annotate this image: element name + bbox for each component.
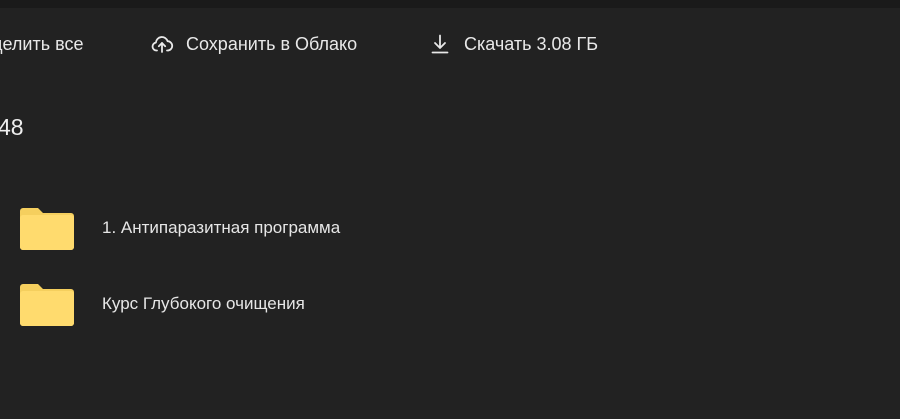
list-item[interactable]: Курс Глубокого очищения [0, 266, 900, 342]
folder-icon [20, 282, 74, 326]
save-to-cloud-button[interactable]: Сохранить в Облако [150, 24, 357, 64]
list-item-label: Курс Глубокого очищения [102, 294, 305, 313]
list-item-label: 1. Антипаразитная программа [102, 218, 341, 237]
file-count: 48 [0, 114, 24, 140]
select-all-button[interactable]: делить все [0, 24, 83, 64]
top-bar [0, 0, 900, 8]
folder-icon [20, 206, 74, 250]
cloud-upload-icon [150, 32, 174, 56]
download-label: Скачать 3.08 ГБ [464, 33, 599, 54]
select-all-label: делить все [0, 33, 84, 54]
download-button[interactable]: Скачать 3.08 ГБ [428, 24, 598, 64]
toolbar: делить все Сохранить в Облако Скачать 3.… [0, 24, 900, 64]
list-item[interactable]: 1. Антипаразитная программа [0, 190, 900, 266]
save-to-cloud-label: Сохранить в Облако [186, 33, 358, 54]
download-icon [428, 32, 452, 56]
